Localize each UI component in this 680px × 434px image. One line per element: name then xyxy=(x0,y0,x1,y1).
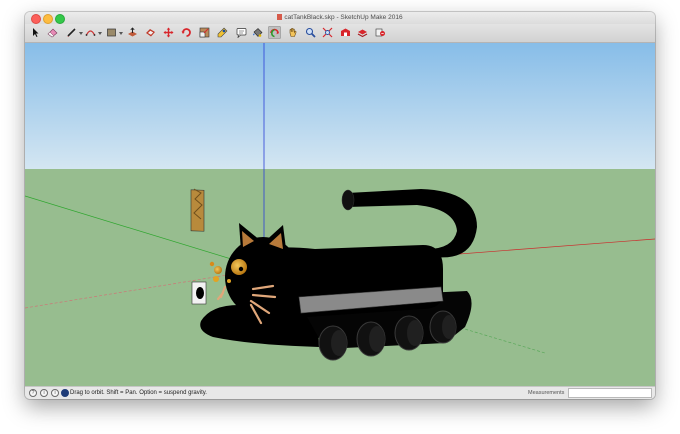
scale-tool-button[interactable] xyxy=(198,26,211,39)
measurements-field[interactable] xyxy=(568,388,652,398)
3d-warehouse-button[interactable] xyxy=(339,26,352,39)
arc-dropdown-caret[interactable] xyxy=(98,32,102,35)
paint-bucket-tool-button[interactable] xyxy=(251,26,264,39)
send-to-layout-button[interactable] xyxy=(374,26,387,39)
arc-tool-button[interactable] xyxy=(84,26,97,39)
move-icon xyxy=(163,27,174,38)
status-bar: ? i i Drag to orbit. Shift = Pan. Option… xyxy=(25,386,655,399)
send-to-layout-icon xyxy=(375,28,385,37)
tape-measure-icon xyxy=(217,27,228,38)
text-icon xyxy=(236,28,247,38)
geolocation-icon[interactable]: ? xyxy=(29,389,37,397)
text-tool-button[interactable] xyxy=(235,26,248,39)
measurements-label: Measurements xyxy=(528,390,565,396)
zoom-icon xyxy=(305,27,316,38)
document-icon xyxy=(277,14,283,20)
rotate-tool-button[interactable] xyxy=(180,26,193,39)
cat-eye-left xyxy=(231,259,247,275)
offset-icon xyxy=(146,29,155,37)
instructor-icon[interactable] xyxy=(61,389,69,397)
title-bar[interactable]: catTankBlack.skp - SketchUp Make 2016 xyxy=(25,12,655,24)
move-tool-button[interactable] xyxy=(162,26,175,39)
zoom-extents-tool-button[interactable] xyxy=(321,26,334,39)
eraser-tool-button[interactable] xyxy=(46,26,59,39)
user-account-icon[interactable]: i xyxy=(51,389,59,397)
pencil-line-icon xyxy=(67,28,76,37)
window-title: catTankBlack.skp - SketchUp Make 2016 xyxy=(25,13,655,23)
extension-warehouse-icon xyxy=(357,29,368,38)
scale-icon xyxy=(199,27,210,38)
orbit-icon xyxy=(270,28,280,38)
tape-measure-tool-button[interactable] xyxy=(216,26,229,39)
paint-bucket-icon xyxy=(253,28,263,37)
select-tool-button[interactable] xyxy=(29,26,42,39)
modeling-viewport[interactable] xyxy=(25,43,655,386)
select-arrow-icon xyxy=(33,28,39,37)
credits-icon[interactable]: i xyxy=(40,389,48,397)
extension-warehouse-button[interactable] xyxy=(356,26,369,39)
eraser-icon xyxy=(47,28,58,38)
zoom-tool-button[interactable] xyxy=(304,26,317,39)
scene-canvas[interactable] xyxy=(25,43,655,386)
line-dropdown-caret[interactable] xyxy=(79,32,83,35)
rectangle-icon xyxy=(107,28,116,37)
rectangle-dropdown-caret[interactable] xyxy=(119,32,123,35)
toolbar xyxy=(25,24,655,43)
offset-tool-button[interactable] xyxy=(144,26,157,39)
sky xyxy=(25,43,655,169)
pan-tool-button[interactable] xyxy=(286,26,299,39)
arc-icon xyxy=(85,30,96,36)
rotate-icon xyxy=(181,28,191,37)
line-tool-button[interactable] xyxy=(65,26,78,39)
push-pull-icon xyxy=(128,27,137,37)
status-hint: Drag to orbit. Shift = Pan. Option = sus… xyxy=(70,390,207,396)
zoom-extents-icon xyxy=(322,27,333,38)
orbit-tool-button[interactable] xyxy=(268,26,281,39)
window-title-text: catTankBlack.skp - SketchUp Make 2016 xyxy=(284,14,403,21)
sketchup-window: catTankBlack.skp - SketchUp Make 2016 ? … xyxy=(25,12,655,399)
pan-hand-icon xyxy=(289,27,297,37)
push-pull-tool-button[interactable] xyxy=(126,26,139,39)
warehouse-icon xyxy=(341,28,350,36)
rectangle-tool-button[interactable] xyxy=(105,26,118,39)
cat-eye-right xyxy=(214,266,222,274)
